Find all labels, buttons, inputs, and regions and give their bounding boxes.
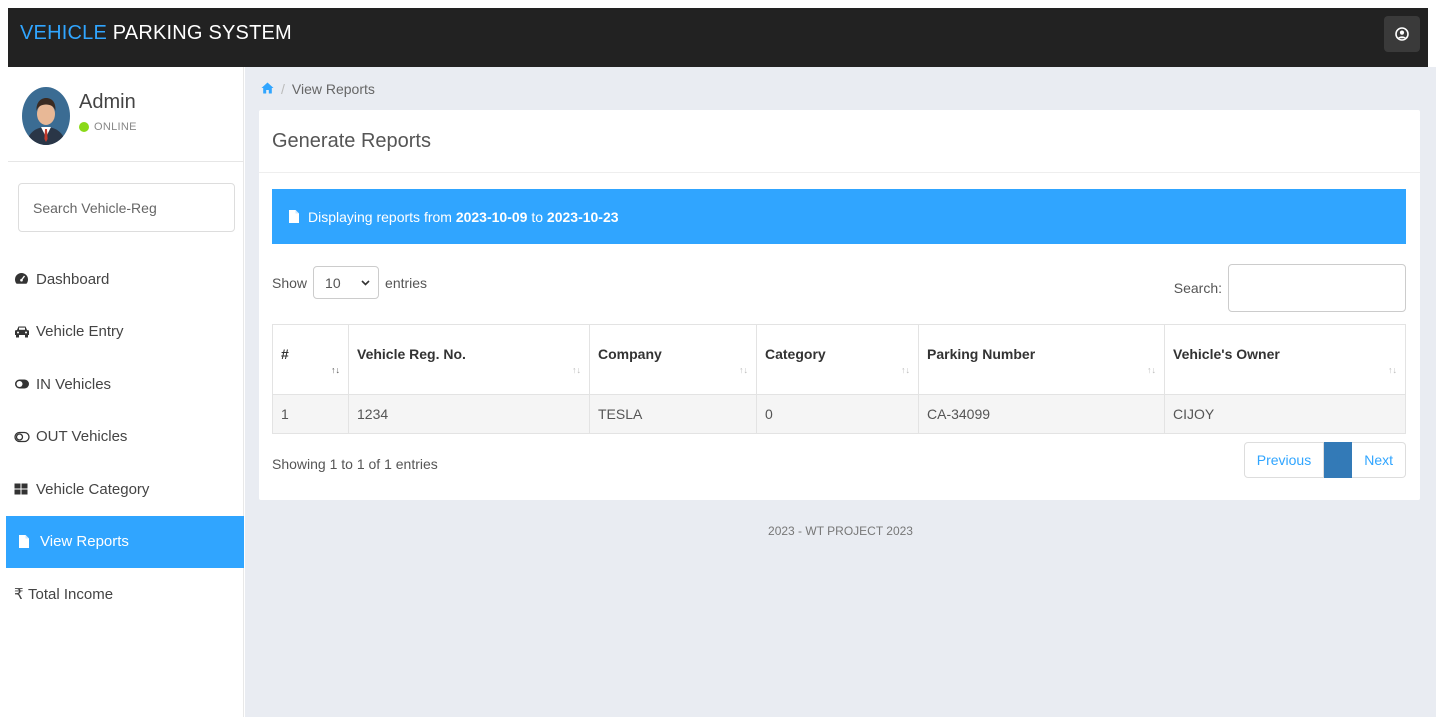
table-info: Showing 1 to 1 of 1 entries [272, 456, 438, 472]
alert-to-date: 2023-10-23 [546, 208, 619, 225]
user-profile: Admin ONLINE [8, 67, 244, 162]
online-status-label: ONLINE [94, 121, 137, 133]
reports-panel: Generate Reports Displaying reports from… [259, 110, 1420, 500]
column-header-label: Vehicle's Owner [1173, 345, 1280, 362]
entries-label: entries [385, 274, 428, 291]
sidebar-item-total-income[interactable]: ₹ Total Income [8, 568, 244, 621]
next-page-button[interactable]: Next [1352, 442, 1406, 478]
toggle-off-icon [14, 431, 36, 443]
brand-rest: PARKING SYSTEM [107, 22, 292, 44]
avatar [22, 87, 70, 145]
column-header-label: Parking Number [927, 345, 1036, 362]
top-strip [0, 0, 1436, 8]
user-menu-button[interactable] [1384, 16, 1420, 52]
sidebar-item-label: Total Income [28, 585, 114, 603]
user-circle-icon [1395, 27, 1409, 41]
sort-icon: ↑↓ [1388, 365, 1397, 375]
alert-prefix: Displaying reports from [308, 208, 452, 225]
file-icon [18, 534, 40, 549]
chevron-down-icon [361, 279, 370, 286]
column-header-parking-number[interactable]: Parking Number ↑↓ [918, 324, 1165, 395]
table-header-row: # ↑↓ Vehicle Reg. No. ↑↓ Company ↑↓ Categor… [272, 324, 1406, 395]
grid-icon [14, 483, 36, 495]
cell-company: TESLA [589, 394, 757, 434]
alert-joiner: to [531, 208, 544, 225]
current-page-button[interactable]: 1 [1324, 442, 1353, 478]
pagination: Previous 1 Next [1243, 442, 1406, 478]
column-header-label: Category [765, 345, 826, 362]
sort-icon: ↑↓ [572, 365, 581, 375]
sidebar-item-label: Vehicle Category [36, 480, 150, 498]
sort-icon: ↑↓ [901, 365, 910, 375]
reports-table: # ↑↓ Vehicle Reg. No. ↑↓ Company ↑↓ Categor… [272, 324, 1406, 434]
table-search-input[interactable] [1228, 264, 1406, 312]
panel-divider [259, 172, 1420, 173]
sort-asc-icon: ↑↓ [331, 365, 340, 375]
main-content: / View Reports Generate Reports Displayi… [245, 67, 1436, 717]
sidebar-item-dashboard[interactable]: Dashboard [8, 253, 244, 306]
report-range-alert: Displaying reports from 2023-10-09 to 20… [272, 189, 1406, 244]
dashboard-icon [14, 272, 36, 286]
breadcrumb-separator: / [281, 81, 285, 97]
file-icon [288, 209, 300, 224]
sidebar-item-out-vehicles[interactable]: OUT Vehicles [8, 411, 244, 464]
alert-from-date: 2023-10-09 [455, 208, 528, 225]
table-row: 1 1234 TESLA 0 CA-34099 CIJOY [272, 394, 1406, 434]
rupee-icon: ₹ [14, 586, 24, 604]
breadcrumb-current: View Reports [291, 81, 375, 97]
column-header-vehicle-reg[interactable]: Vehicle Reg. No. ↑↓ [348, 324, 590, 395]
column-header-label: Vehicle Reg. No. [357, 345, 466, 362]
column-header-number[interactable]: # ↑↓ [272, 324, 349, 395]
table-search-label: Search: [1173, 280, 1222, 296]
brand-accent: VEHICLE [20, 22, 107, 44]
sidebar-item-vehicle-entry[interactable]: Vehicle Entry [8, 306, 244, 359]
page-title: Generate Reports [272, 130, 431, 152]
sidebar-item-view-reports[interactable]: View Reports [6, 515, 244, 568]
cell-owner: CIJOY [1164, 394, 1406, 434]
profile-name: Admin [79, 91, 136, 113]
entries-length-select[interactable]: 10 [313, 266, 380, 299]
entries-length-value: 10 [325, 274, 341, 291]
sidebar-item-label: View Reports [40, 533, 129, 551]
column-header-label: Company [598, 345, 662, 362]
table-search: Search: [1174, 264, 1406, 312]
cell-number: 1 [272, 394, 349, 434]
online-status: ONLINE [79, 121, 137, 133]
vehicle-reg-search-input[interactable] [18, 183, 235, 232]
sidebar-menu: Dashboard Vehicle Entry IN Vehicles OUT … [6, 253, 244, 621]
online-dot-icon [79, 122, 89, 132]
column-header-label: # [281, 345, 289, 362]
cell-parking-number: CA-34099 [918, 394, 1165, 434]
toggle-on-icon [14, 378, 36, 390]
column-header-company[interactable]: Company ↑↓ [589, 324, 757, 395]
brand[interactable]: VEHICLE PARKING SYSTEM [20, 22, 292, 45]
breadcrumb: / View Reports [261, 81, 375, 97]
footer: 2023 - WT PROJECT 2023 [768, 524, 913, 538]
car-icon [14, 325, 36, 338]
column-header-category[interactable]: Category ↑↓ [756, 324, 919, 395]
previous-page-button[interactable]: Previous [1243, 442, 1325, 478]
cell-category: 0 [756, 394, 919, 434]
entries-length-control: Show 10 entries [272, 266, 427, 299]
home-icon[interactable] [261, 81, 274, 97]
navbar: VEHICLE PARKING SYSTEM [8, 8, 1428, 67]
sidebar-item-vehicle-category[interactable]: Vehicle Category [8, 463, 244, 516]
sort-icon: ↑↓ [1147, 365, 1156, 375]
sort-icon: ↑↓ [739, 365, 748, 375]
show-label: Show [272, 274, 308, 291]
sidebar-item-label: Dashboard [36, 270, 110, 288]
sidebar-item-in-vehicles[interactable]: IN Vehicles [8, 358, 244, 411]
sidebar-item-label: IN Vehicles [36, 375, 112, 393]
sidebar-item-label: Vehicle Entry [36, 323, 124, 341]
cell-vehicle-reg: 1234 [348, 394, 590, 434]
column-header-owner[interactable]: Vehicle's Owner ↑↓ [1164, 324, 1406, 395]
sidebar: Admin ONLINE Dashboard Vehicle Entry IN … [6, 67, 244, 717]
sidebar-item-label: OUT Vehicles [36, 428, 128, 446]
